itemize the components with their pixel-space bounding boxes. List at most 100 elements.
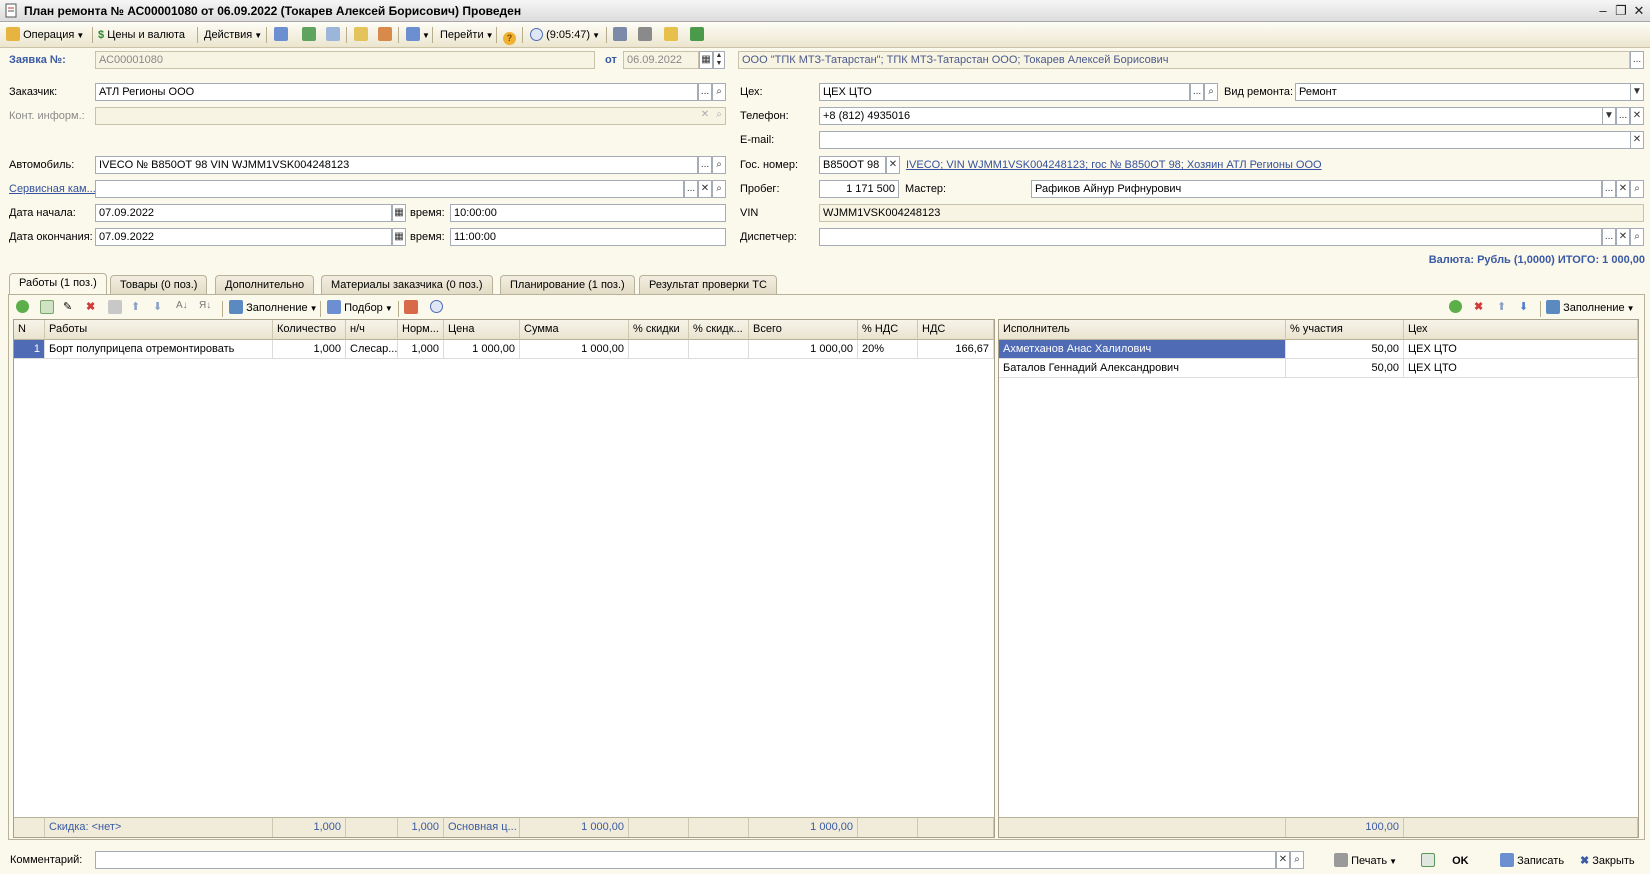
- move-up-icon[interactable]: ⬆: [1497, 300, 1506, 318]
- prices-button[interactable]: $ Цены и валюта: [98, 26, 185, 44]
- clear-icon[interactable]: ✕: [1616, 228, 1630, 246]
- col-works[interactable]: Работы: [45, 320, 273, 340]
- search-icon[interactable]: ⌕: [1204, 83, 1218, 101]
- sort-asc-icon[interactable]: A↓: [176, 300, 188, 318]
- edit-icon[interactable]: ✎: [63, 300, 72, 318]
- table-cell[interactable]: 166,67: [918, 340, 994, 359]
- zayavka-number-field[interactable]: АС00001080: [95, 51, 595, 69]
- phone-select-button[interactable]: ...: [1616, 107, 1630, 125]
- history-icon[interactable]: [430, 300, 443, 318]
- start-time-field[interactable]: 10:00:00: [450, 204, 726, 222]
- help-icon[interactable]: ?: [503, 26, 516, 45]
- fill-menu[interactable]: Заполнение ▼: [229, 300, 318, 318]
- refresh-icon[interactable]: [302, 26, 316, 44]
- col-price[interactable]: Цена: [444, 320, 520, 340]
- end-date-field[interactable]: 07.09.2022: [95, 228, 392, 246]
- fill-right-menu[interactable]: Заполнение ▼: [1546, 300, 1635, 318]
- tab-works[interactable]: Работы (1 поз.): [9, 273, 107, 295]
- comment-field[interactable]: [95, 851, 1276, 869]
- delete-icon[interactable]: ✖: [1474, 300, 1483, 318]
- col-discount2[interactable]: % скидк...: [689, 320, 749, 340]
- clear-icon[interactable]: ✕: [1276, 851, 1290, 869]
- transfer-icon[interactable]: ▼: [406, 26, 430, 44]
- col-norm[interactable]: Норм...: [398, 320, 444, 340]
- clear-icon[interactable]: ✕: [1630, 107, 1644, 125]
- table-cell[interactable]: ЦЕХ ЦТО: [1404, 340, 1638, 359]
- table-cell[interactable]: 1,000: [398, 340, 444, 359]
- end-edit-icon[interactable]: [108, 300, 122, 318]
- col-discount[interactable]: % скидки: [629, 320, 689, 340]
- tab-additional[interactable]: Дополнительно: [215, 275, 315, 294]
- organization-field[interactable]: ООО "ТПК МТЗ-Татарстан"; ТПК МТЗ-Татарст…: [738, 51, 1630, 69]
- dispatcher-field[interactable]: [819, 228, 1602, 246]
- clear-icon[interactable]: ✕: [1630, 131, 1644, 149]
- search-icon[interactable]: ⌕: [1630, 228, 1644, 246]
- works-table[interactable]: N Работы Количество н/ч Норм... Цена Сум…: [13, 319, 995, 838]
- shop-select-button[interactable]: ...: [1190, 83, 1204, 101]
- goto-menu[interactable]: Перейти ▼: [440, 26, 494, 44]
- calendar-icon[interactable]: ▦: [392, 204, 406, 222]
- move-down-icon[interactable]: ⬇: [1519, 300, 1528, 318]
- table-cell[interactable]: 1 000,00: [520, 340, 629, 359]
- tab-customer-materials[interactable]: Материалы заказчика (0 поз.): [321, 275, 493, 294]
- clock-button[interactable]: (9:05:47) ▼: [530, 26, 600, 44]
- email-field[interactable]: [819, 131, 1631, 149]
- move-up-icon[interactable]: ⬆: [131, 300, 140, 318]
- customer-field[interactable]: АТЛ Регионы ООО: [95, 83, 698, 101]
- vehicle-info-link[interactable]: IVECO; VIN WJMM1VSK004248123; гос № В850…: [906, 157, 1322, 173]
- search-icon[interactable]: ⌕: [1630, 180, 1644, 198]
- table-add-icon[interactable]: [404, 300, 418, 318]
- clear-icon[interactable]: ✕: [698, 107, 712, 125]
- sort-desc-icon[interactable]: Я↓: [199, 300, 211, 318]
- minimize-icon[interactable]: –: [1594, 2, 1612, 19]
- add-row-icon[interactable]: [16, 300, 29, 318]
- save-button[interactable]: Записать: [1500, 852, 1564, 870]
- tab-planning[interactable]: Планирование (1 поз.): [500, 275, 635, 294]
- doc-base-icon[interactable]: [354, 26, 368, 44]
- restore-icon[interactable]: ❐: [1612, 2, 1630, 19]
- search-icon[interactable]: ⌕: [712, 107, 726, 125]
- col-executor[interactable]: Исполнитель: [999, 320, 1286, 340]
- pick-menu[interactable]: Подбор ▼: [327, 300, 393, 318]
- actions-menu[interactable]: Действия ▼: [204, 26, 262, 44]
- col-vat[interactable]: НДС: [918, 320, 994, 340]
- table-row[interactable]: Ахметханов Анас Халилович: [999, 340, 1286, 359]
- mileage-field[interactable]: 1 171 500: [819, 180, 899, 198]
- col-shop[interactable]: Цех: [1404, 320, 1638, 340]
- col-participation[interactable]: % участия: [1286, 320, 1404, 340]
- chevron-down-icon[interactable]: ▼: [1602, 107, 1616, 125]
- master-select-button[interactable]: ...: [1602, 180, 1616, 198]
- table-cell[interactable]: Слесар...: [346, 340, 398, 359]
- search-icon[interactable]: ⌕: [712, 83, 726, 101]
- clear-icon[interactable]: ✕: [1616, 180, 1630, 198]
- doc-structure-icon[interactable]: [378, 26, 392, 44]
- calendar-icon[interactable]: ▦: [699, 51, 713, 69]
- table-cell[interactable]: 20%: [858, 340, 918, 359]
- end-time-field[interactable]: 11:00:00: [450, 228, 726, 246]
- search-icon[interactable]: ⌕: [1290, 851, 1304, 869]
- executors-table[interactable]: Исполнитель % участия Цех Ахметханов Ана…: [998, 319, 1639, 838]
- phone-field[interactable]: +8 (812) 4935016: [819, 107, 1603, 125]
- table-cell[interactable]: [629, 340, 689, 359]
- close-icon[interactable]: ✕: [1630, 2, 1648, 19]
- car-field[interactable]: IVECO № В850ОТ 98 VIN WJMM1VSK004248123: [95, 156, 698, 174]
- shop-field[interactable]: ЦЕХ ЦТО: [819, 83, 1190, 101]
- close-button[interactable]: ✖ Закрыть: [1580, 852, 1635, 870]
- operation-menu[interactable]: Операция ▼: [6, 26, 84, 44]
- copy-icon[interactable]: [326, 26, 340, 44]
- clear-icon[interactable]: ✕: [886, 156, 900, 174]
- doc-date-field[interactable]: 06.09.2022: [623, 51, 699, 69]
- chevron-down-icon[interactable]: ▼: [1630, 83, 1644, 101]
- search-icon[interactable]: ⌕: [712, 180, 726, 198]
- start-date-field[interactable]: 07.09.2022: [95, 204, 392, 222]
- col-n[interactable]: N: [14, 320, 45, 340]
- folder-icon[interactable]: [664, 26, 678, 44]
- calendar-icon[interactable]: ▦: [392, 228, 406, 246]
- table-row[interactable]: 1: [14, 340, 45, 359]
- table-cell[interactable]: 1 000,00: [444, 340, 520, 359]
- service-campaign-link[interactable]: Сервисная кам...: [9, 181, 96, 197]
- search-icon[interactable]: ⌕: [712, 156, 726, 174]
- col-sum[interactable]: Сумма: [520, 320, 629, 340]
- organization-select-button[interactable]: ...: [1630, 51, 1644, 69]
- copy-row-icon[interactable]: [40, 300, 54, 318]
